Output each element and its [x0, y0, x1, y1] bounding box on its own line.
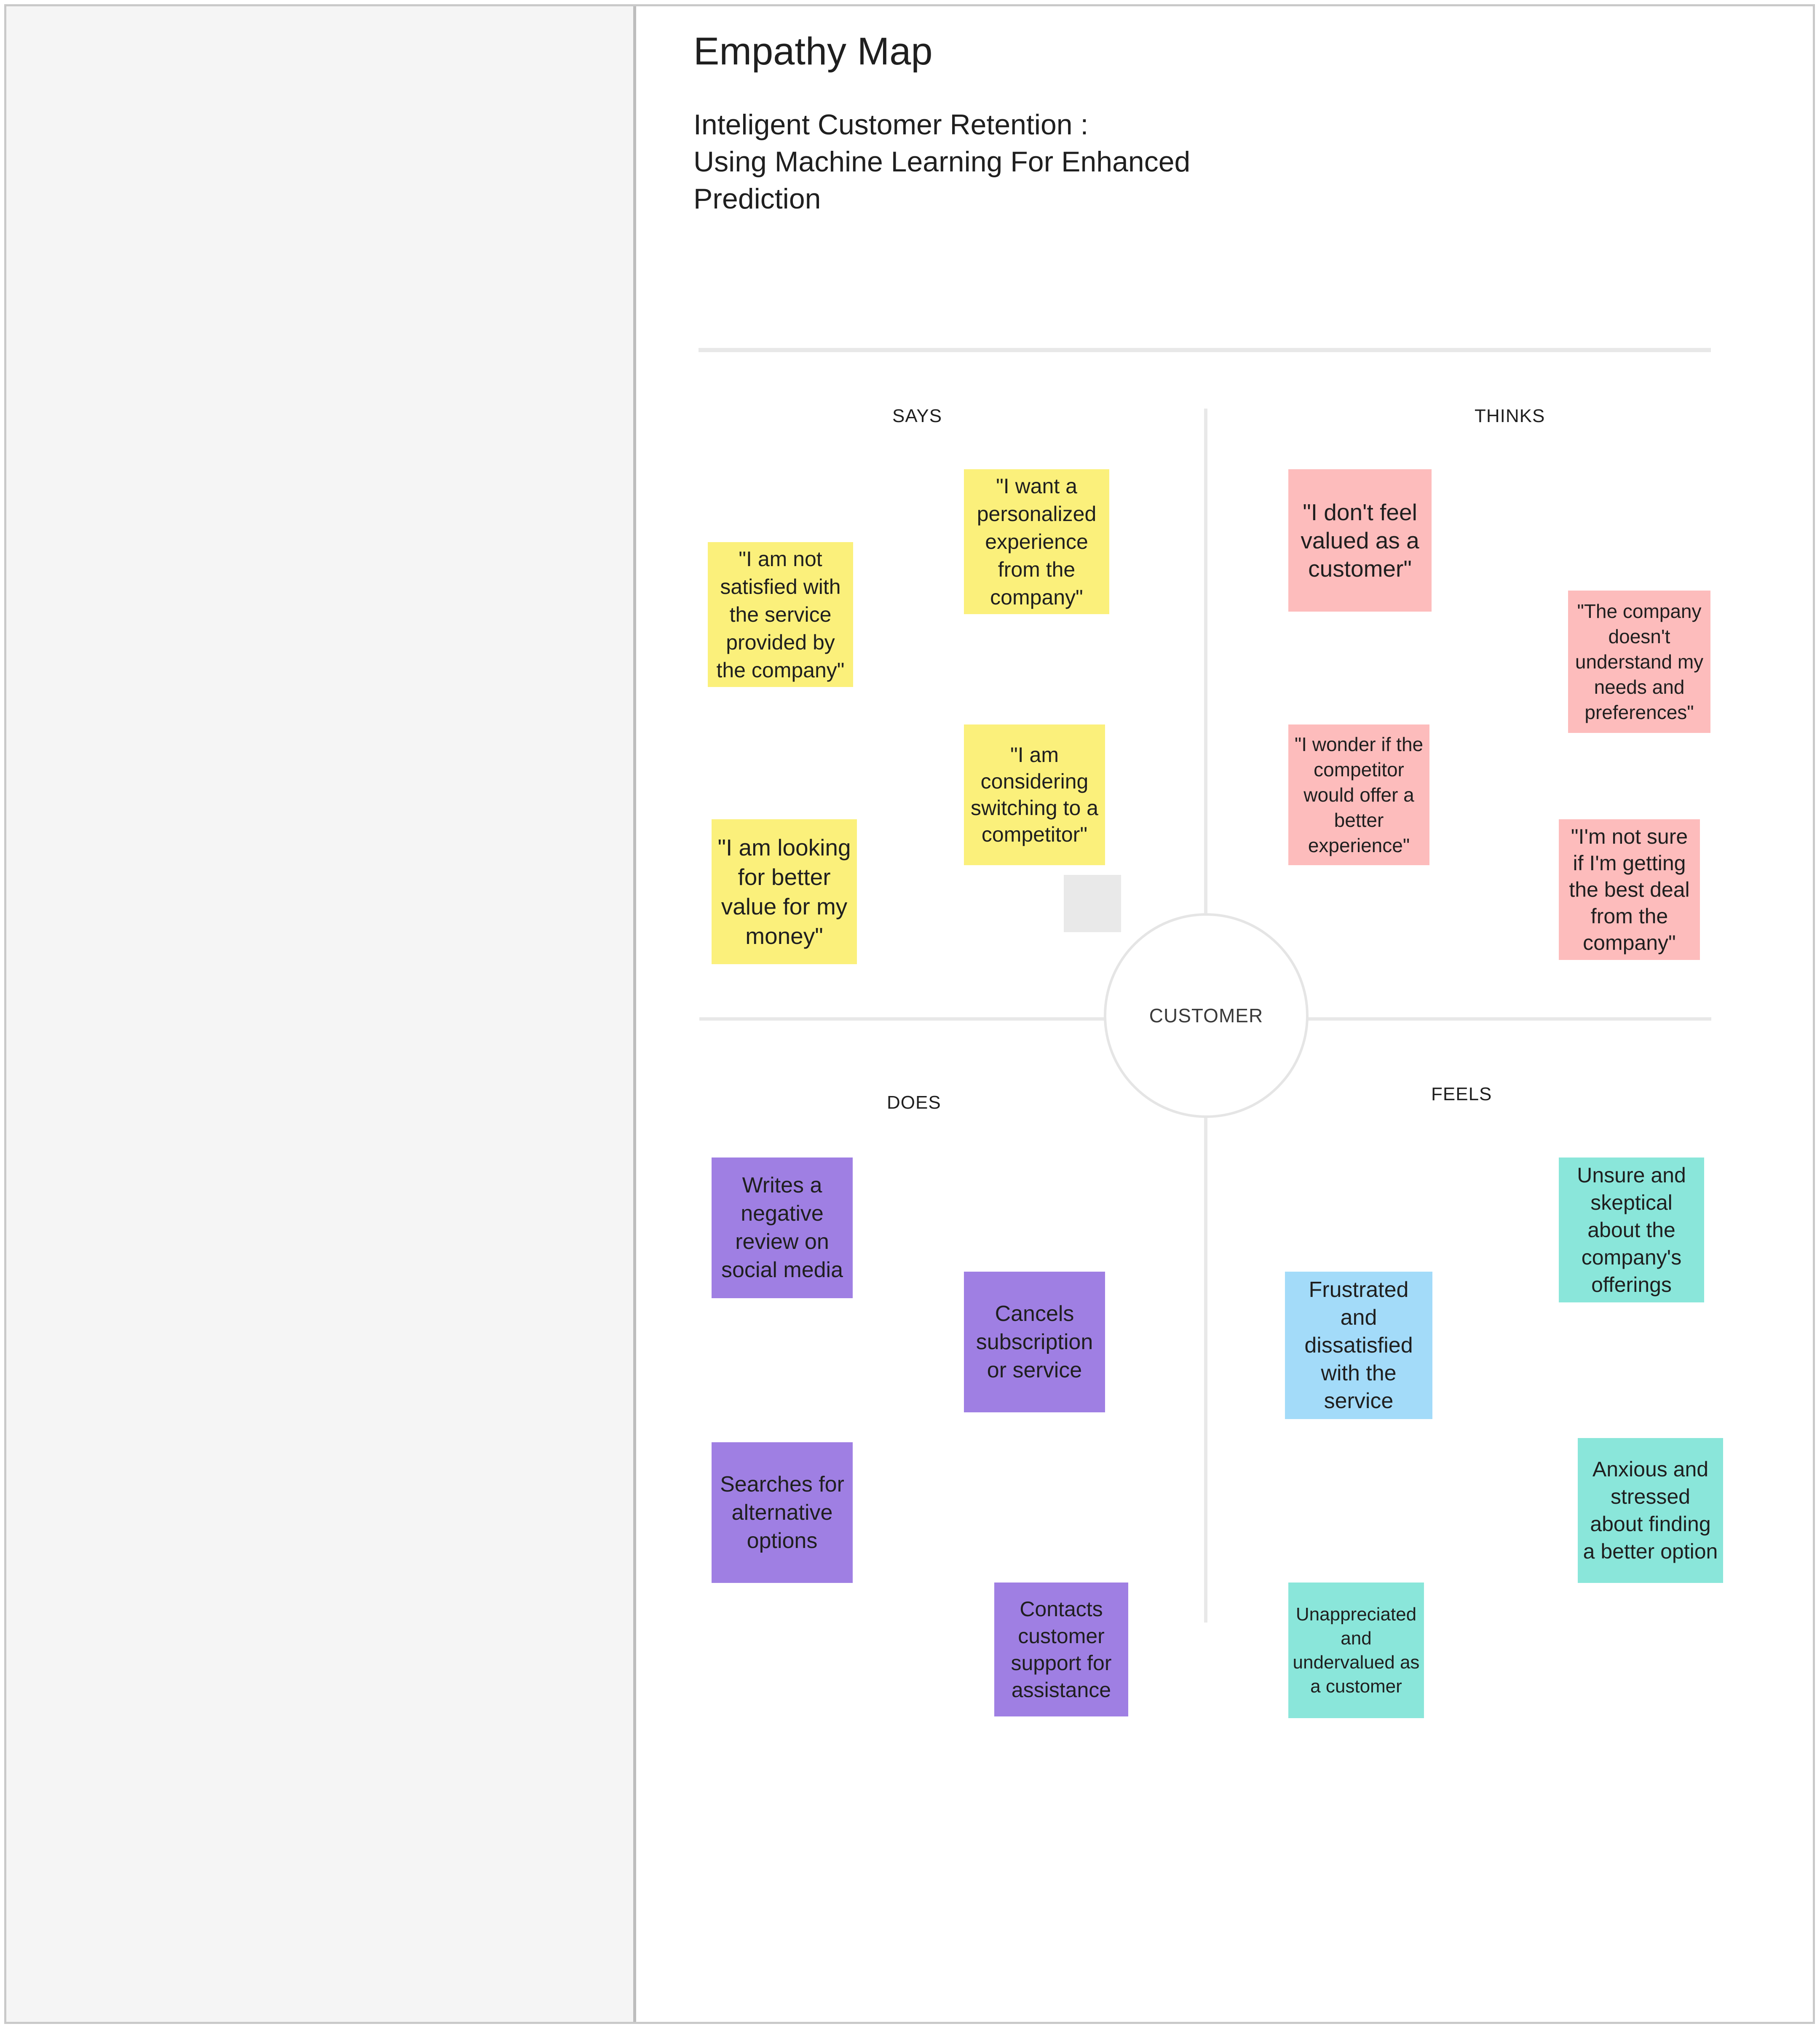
panel-divider[interactable]	[633, 6, 636, 2022]
quadrant-label-thinks: THINKS	[1475, 406, 1545, 426]
sticky-note-text: "I want a personalized experience from t…	[977, 474, 1097, 609]
sticky-note-text: Contacts customer support for assistance	[1011, 1597, 1112, 1702]
sticky-note-feels[interactable]: Unsure and skeptical about the company's…	[1559, 1158, 1704, 1302]
subtitle-line-1: Inteligent Customer Retention :	[693, 109, 1089, 141]
subtitle-line-3: Prediction	[693, 183, 821, 215]
sticky-note-feels[interactable]: Frustrated and dissatisfied with the ser…	[1285, 1272, 1432, 1419]
quadrant-label-does: DOES	[887, 1092, 941, 1113]
horizontal-axis-left	[699, 1017, 1105, 1021]
subtitle-line-2: Using Machine Learning For Enhanced	[693, 146, 1191, 178]
page-title: Empathy Map	[693, 30, 933, 73]
top-rule	[699, 348, 1711, 352]
sticky-note-feels[interactable]: Unappreciated and undervalued as a custo…	[1288, 1583, 1424, 1718]
vertical-axis-bottom	[1204, 1117, 1207, 1623]
horizontal-axis-right	[1308, 1017, 1711, 1021]
sticky-note-says[interactable]: "I am considering switching to a competi…	[964, 724, 1105, 865]
sticky-note-says[interactable]: "I want a personalized experience from t…	[964, 469, 1109, 614]
sticky-note-text: Anxious and stressed about finding a bet…	[1583, 1457, 1718, 1563]
vertical-axis-top	[1204, 409, 1207, 914]
sticky-note-text: Cancels subscription or service	[976, 1301, 1093, 1382]
sticky-note-text: "I wonder if the competitor would offer …	[1294, 733, 1424, 856]
quadrant-label-feels: FEELS	[1431, 1084, 1492, 1104]
page-subtitle: Inteligent Customer Retention : Using Ma…	[693, 106, 1190, 217]
sticky-note-text: Unappreciated and undervalued as a custo…	[1293, 1604, 1420, 1697]
sticky-note-text: "I am considering switching to a competi…	[971, 743, 1098, 846]
sticky-note-does[interactable]: Contacts customer support for assistance	[994, 1583, 1128, 1716]
customer-hub: CUSTOMER	[1104, 913, 1309, 1118]
sticky-note-does[interactable]: Cancels subscription or service	[964, 1272, 1105, 1412]
sticky-note-text: Searches for alternative options	[720, 1472, 844, 1553]
sticky-note-does[interactable]: Writes a negative review on social media	[712, 1158, 853, 1298]
sticky-note-does[interactable]: Searches for alternative options	[712, 1442, 853, 1583]
sticky-note-text: Unsure and skeptical about the company's…	[1577, 1163, 1686, 1297]
sticky-note-thinks[interactable]: "I'm not sure if I'm getting the best de…	[1559, 819, 1700, 960]
sticky-note-says[interactable]: "I am not satisfied with the service pro…	[708, 542, 853, 687]
sticky-note-text: Writes a negative review on social media	[721, 1173, 843, 1282]
empty-note-placeholder[interactable]	[1064, 875, 1121, 932]
sticky-note-thinks[interactable]: "I wonder if the competitor would offer …	[1288, 724, 1429, 865]
sticky-note-text: Frustrated and dissatisfied with the ser…	[1304, 1278, 1413, 1413]
sticky-note-says[interactable]: "I am looking for better value for my mo…	[712, 819, 857, 964]
sticky-note-feels[interactable]: Anxious and stressed about finding a bet…	[1578, 1438, 1723, 1583]
sticky-note-text: "I don't feel valued as a customer"	[1301, 499, 1419, 582]
sticky-note-text: "I'm not sure if I'm getting the best de…	[1569, 824, 1690, 954]
quadrant-label-says: SAYS	[892, 406, 942, 426]
sticky-note-text: "I am looking for better value for my mo…	[717, 834, 851, 949]
sticky-note-thinks[interactable]: "I don't feel valued as a customer"	[1288, 469, 1432, 612]
sticky-note-thinks[interactable]: "The company doesn't understand my needs…	[1568, 591, 1710, 733]
left-panel	[6, 6, 633, 2022]
sticky-note-text: "I am not satisfied with the service pro…	[716, 547, 845, 682]
sticky-note-text: "The company doesn't understand my needs…	[1575, 600, 1704, 723]
